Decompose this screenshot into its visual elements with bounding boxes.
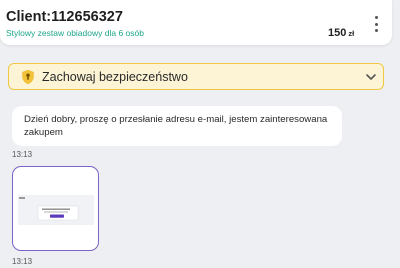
chevron-down-icon[interactable]: [365, 72, 377, 82]
client-title: Client:112656327: [6, 9, 123, 25]
attachment-thumbnail: [18, 195, 94, 225]
message-bubble: Dzień dobry, proszę o przesłanie adresu …: [12, 106, 342, 146]
price-currency: zł: [348, 29, 355, 38]
shield-icon: [22, 69, 34, 85]
price: 150 zł: [328, 27, 354, 39]
safety-banner-label: Zachowaj bezpieczeństwo: [42, 70, 188, 84]
listing-header: Client:112656327 Stylowy zestaw obiadowy…: [0, 0, 392, 45]
product-subtitle[interactable]: Stylowy zestaw obiadowy dla 6 osób: [6, 28, 144, 38]
image-attachment[interactable]: [12, 166, 99, 251]
message-time: 13:13: [12, 150, 33, 159]
more-options-icon[interactable]: [371, 16, 381, 32]
price-value: 150: [328, 27, 347, 39]
message-time: 13:13: [12, 257, 33, 266]
safety-banner[interactable]: Zachowaj bezpieczeństwo: [8, 63, 384, 90]
